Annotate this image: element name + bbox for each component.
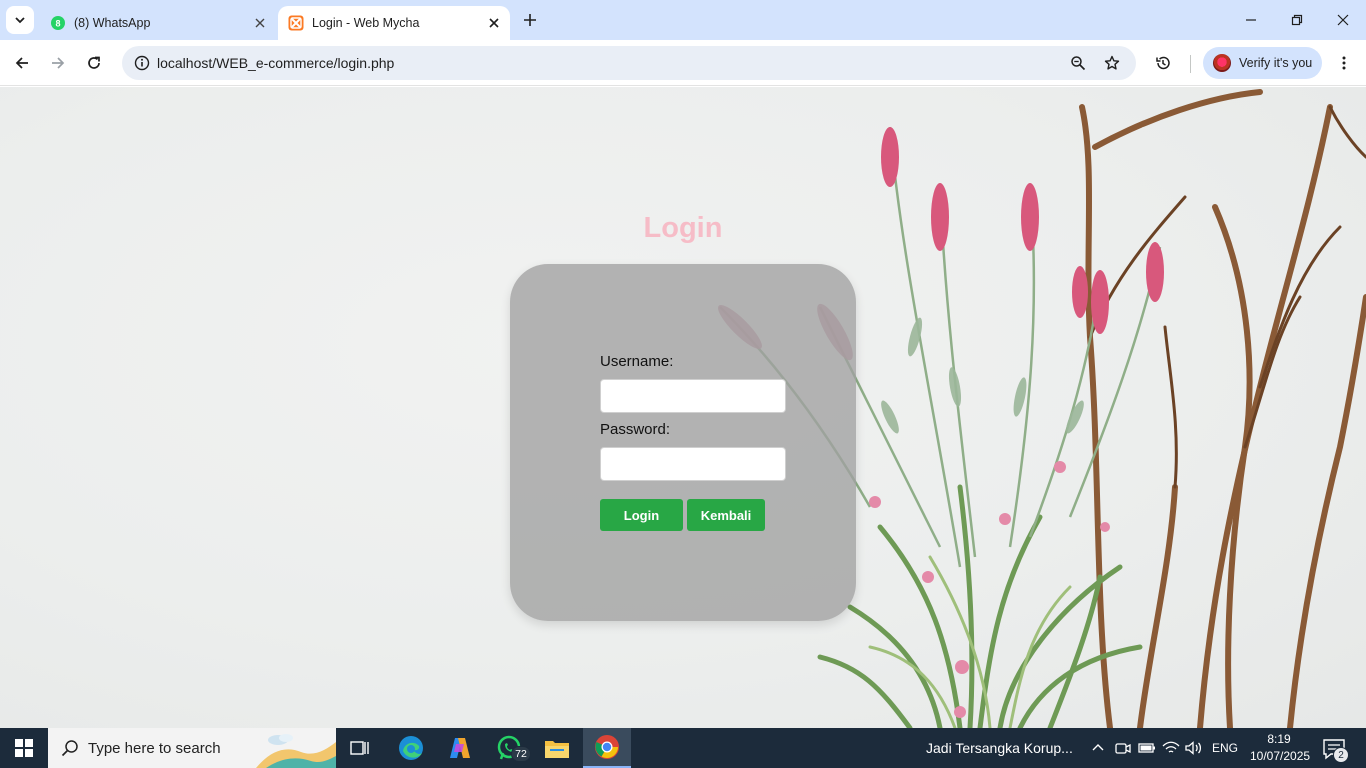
task-view-button[interactable] [336, 728, 384, 768]
profile-label: Verify it's you [1239, 56, 1313, 70]
search-placeholder: Type here to search [88, 739, 221, 757]
close-icon [1337, 14, 1349, 26]
more-vert-icon [1342, 56, 1346, 70]
address-bar[interactable]: localhost/WEB_e-commerce/login.php [122, 46, 1136, 80]
password-input[interactable] [600, 447, 786, 481]
language-indicator[interactable]: ENG [1212, 741, 1238, 755]
menu-button[interactable] [1330, 49, 1358, 77]
edge-icon [399, 736, 423, 760]
minimize-button[interactable] [1228, 0, 1274, 40]
minimize-icon [1246, 19, 1256, 21]
back-button[interactable]: Kembali [687, 499, 765, 531]
back-button[interactable] [8, 49, 36, 77]
close-tab-icon[interactable] [250, 13, 270, 33]
tab-search-button[interactable] [6, 6, 34, 34]
tab-title: Login - Web Mycha [312, 16, 420, 30]
url-text[interactable]: localhost/WEB_e-commerce/login.php [157, 55, 394, 71]
reload-icon [88, 56, 100, 69]
chevron-down-icon [15, 17, 25, 24]
login-button[interactable]: Login [600, 499, 683, 531]
restore-icon [1291, 14, 1303, 26]
browser-toolbar: localhost/WEB_e-commerce/login.php Verif… [0, 40, 1366, 86]
tab-login-web-mycha[interactable]: Login - Web Mycha [278, 6, 510, 40]
clock-time: 8:19 [1267, 732, 1291, 746]
web-page: Login Username: Password: Login Kembali [0, 87, 1366, 728]
chrome-icon [595, 735, 619, 759]
notification-count-badge: 2 [1333, 747, 1349, 763]
browser-tab-strip: 8 (8) WhatsApp Login - Web Mycha [0, 0, 1366, 40]
whatsapp-unread-badge: 72 [511, 746, 531, 762]
username-label: Username: [600, 353, 674, 370]
start-button[interactable] [0, 728, 48, 768]
whatsapp-icon: 8 [50, 15, 66, 31]
search-highlight-illustration [256, 734, 336, 768]
forward-button[interactable] [44, 49, 72, 77]
tab-whatsapp[interactable]: 8 (8) WhatsApp [40, 6, 276, 40]
plus-icon [524, 14, 536, 26]
battery-icon[interactable] [1137, 738, 1157, 758]
xampp-icon [288, 15, 304, 31]
close-tab-icon[interactable] [484, 13, 504, 33]
clock[interactable]: 8:19 10/07/2025 [1250, 731, 1311, 765]
zoom-icon[interactable] [1066, 51, 1090, 75]
bookmark-star-icon[interactable] [1100, 51, 1124, 75]
taskbar-search[interactable]: Type here to search [48, 728, 336, 768]
reload-button[interactable] [80, 49, 108, 77]
page-title: Login [643, 212, 723, 244]
new-tab-button[interactable] [518, 8, 542, 32]
chrome-button[interactable] [583, 728, 631, 768]
restore-button[interactable] [1274, 0, 1320, 40]
profile-button[interactable]: Verify it's you [1203, 47, 1322, 79]
meet-now-icon[interactable] [1113, 738, 1133, 758]
volume-icon[interactable] [1184, 738, 1204, 758]
wifi-icon[interactable] [1161, 738, 1181, 758]
whatsapp-taskbar-button[interactable]: 72 [485, 728, 533, 768]
clock-date: 10/07/2025 [1250, 749, 1311, 763]
history-button[interactable] [1149, 49, 1177, 77]
toolbar-divider [1190, 55, 1191, 73]
login-card: Username: Password: Login Kembali [510, 264, 856, 621]
news-widget-text[interactable]: Jadi Tersangka Korup... [926, 740, 1073, 756]
arrow-left-icon [15, 57, 28, 69]
history-icon [1156, 56, 1170, 70]
windows-taskbar: Type here to search 72 Jadi Tersangka Ko… [0, 728, 1366, 768]
edge-button[interactable] [387, 728, 435, 768]
chevron-up-icon[interactable] [1088, 738, 1108, 758]
copilot-button[interactable] [436, 728, 484, 768]
password-label: Password: [600, 421, 671, 438]
site-info-icon[interactable] [128, 49, 156, 77]
tab-title: (8) WhatsApp [74, 16, 151, 30]
file-explorer-icon [545, 741, 569, 758]
search-icon [60, 738, 80, 758]
svg-text:8: 8 [55, 19, 60, 29]
username-input[interactable] [600, 379, 786, 413]
task-view-icon [350, 741, 369, 755]
copilot-icon [450, 738, 470, 758]
close-window-button[interactable] [1320, 0, 1366, 40]
arrow-right-icon [52, 57, 65, 69]
windows-logo-icon [15, 739, 33, 757]
avatar [1213, 54, 1231, 72]
file-explorer-button[interactable] [533, 728, 581, 768]
